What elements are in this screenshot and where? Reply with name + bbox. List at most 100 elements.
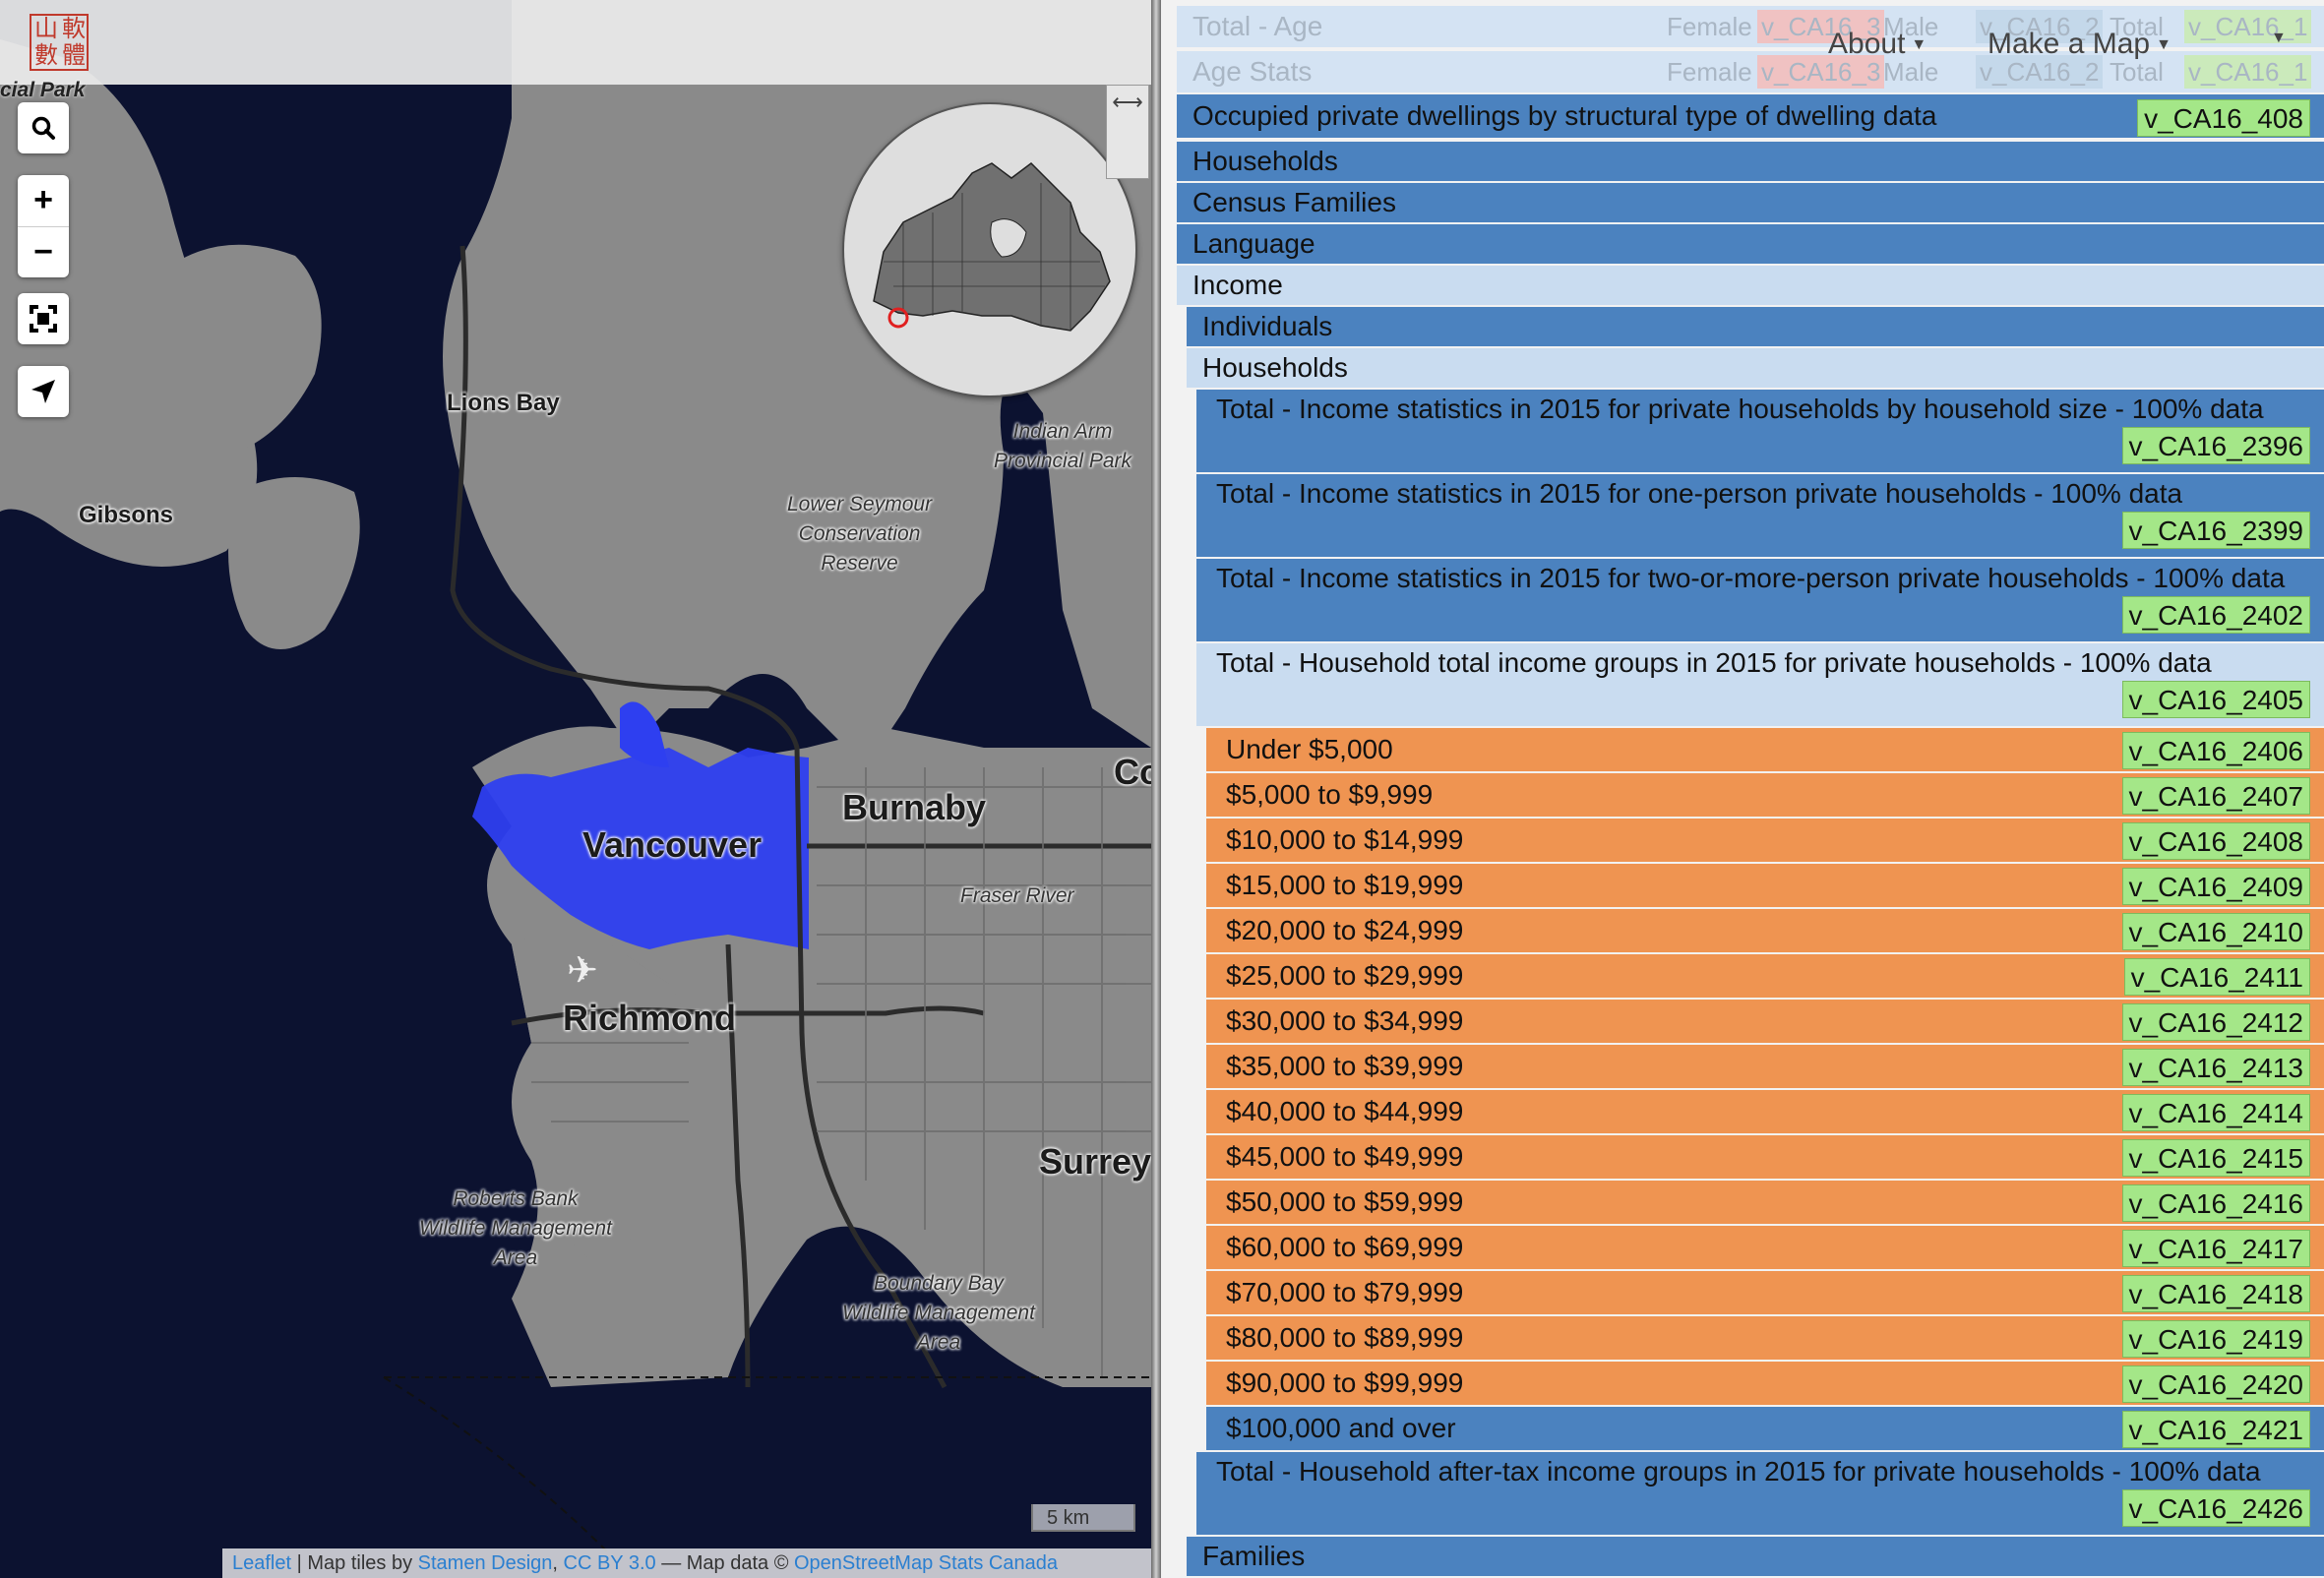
- map-label-richmond: Richmond: [563, 998, 736, 1038]
- variable-code[interactable]: v_CA16_2405: [2121, 681, 2310, 718]
- statcan-link[interactable]: Stats Canada: [939, 1552, 1058, 1574]
- map-scale: 5 km: [1031, 1504, 1135, 1532]
- cc-link[interactable]: CC BY 3.0: [564, 1552, 656, 1574]
- row-label: $45,000 to $49,999: [1226, 1141, 1464, 1172]
- map-label-boundary-bay: Boundary Bay Wildlife Management Area: [842, 1272, 1035, 1354]
- variable-code[interactable]: v_CA16_2402: [2121, 596, 2310, 634]
- list-item-income-group[interactable]: $50,000 to $59,999 v_CA16_2416: [1206, 1181, 2324, 1226]
- row-label: $80,000 to $89,999: [1226, 1322, 1464, 1353]
- list-item-income-group[interactable]: $35,000 to $39,999 v_CA16_2413: [1206, 1045, 2324, 1090]
- variable-code[interactable]: v_CA16_2409: [2121, 868, 2310, 905]
- avatar-caret-icon[interactable]: ▼: [2271, 30, 2287, 47]
- list-item-income-group[interactable]: $100,000 and over v_CA16_2421: [1206, 1407, 2324, 1452]
- variable-code[interactable]: v_CA16_2421: [2121, 1411, 2310, 1448]
- site-logo[interactable]: 山軟數體: [30, 14, 89, 71]
- list-item-income-stats-one-person[interactable]: Total - Income statistics in 2015 for on…: [1196, 474, 2324, 559]
- list-item-income-stats-household-size[interactable]: Total - Income statistics in 2015 for pr…: [1196, 390, 2324, 474]
- list-item-household-after-tax-income-groups[interactable]: Total - Household after-tax income group…: [1196, 1452, 2324, 1537]
- list-item-occupied-dwellings[interactable]: Occupied private dwellings by structural…: [1177, 94, 2324, 140]
- variable-code[interactable]: v_CA16_2406: [2121, 732, 2310, 769]
- list-item-income-group[interactable]: $90,000 to $99,999 v_CA16_2420: [1206, 1362, 2324, 1407]
- leaflet-link[interactable]: Leaflet: [232, 1552, 291, 1574]
- row-label: $25,000 to $29,999: [1226, 960, 1464, 991]
- map-search-button[interactable]: [18, 102, 69, 153]
- nav-about[interactable]: About ▼: [1828, 28, 1926, 61]
- locate-button[interactable]: [18, 366, 69, 417]
- caret-down-icon: ▼: [2156, 36, 2171, 54]
- map-label-burnaby: Burnaby: [842, 787, 987, 827]
- fullscreen-icon: [30, 305, 57, 333]
- zoom-in-button[interactable]: +: [18, 175, 69, 227]
- stamen-link[interactable]: Stamen Design: [418, 1552, 553, 1574]
- list-item-income-group[interactable]: $25,000 to $29,999 v_CA16_2411: [1206, 954, 2324, 1000]
- resize-arrows-icon: ⟷: [1112, 90, 1143, 114]
- map-view[interactable]: Lions Bay Gibsons Indian Arm Provincial …: [0, 0, 1151, 1578]
- variable-code[interactable]: v_CA16_2415: [2121, 1139, 2310, 1177]
- row-label: $40,000 to $44,999: [1226, 1096, 1464, 1126]
- section-households[interactable]: Households: [1177, 142, 2324, 183]
- list-item-income-group[interactable]: $15,000 to $19,999 v_CA16_2409: [1206, 864, 2324, 909]
- faded-female-label: Female: [1667, 12, 1752, 41]
- variable-code[interactable]: v_CA16_2417: [2121, 1230, 2310, 1267]
- section-language[interactable]: Language: [1177, 224, 2324, 266]
- variable-code[interactable]: v_CA16_2414: [2121, 1094, 2310, 1131]
- variable-code[interactable]: v_CA16_2396: [2121, 427, 2310, 464]
- variable-code[interactable]: v_CA16_2418: [2121, 1275, 2310, 1312]
- variable-code[interactable]: v_CA16_2399: [2121, 512, 2310, 549]
- list-item-income-group[interactable]: $45,000 to $49,999 v_CA16_2415: [1206, 1135, 2324, 1181]
- variable-code[interactable]: v_CA16_408: [2137, 99, 2310, 137]
- row-label: Households: [1193, 146, 1338, 176]
- zoom-out-button[interactable]: −: [18, 227, 69, 278]
- list-item-income-group[interactable]: $20,000 to $24,999 v_CA16_2410: [1206, 909, 2324, 954]
- row-label: $30,000 to $34,999: [1226, 1005, 1464, 1036]
- subsection-families[interactable]: Families: [1187, 1537, 2324, 1578]
- section-census-families[interactable]: Census Families: [1177, 183, 2324, 224]
- row-label: $20,000 to $24,999: [1226, 915, 1464, 945]
- list-item-income-group[interactable]: $40,000 to $44,999 v_CA16_2414: [1206, 1090, 2324, 1135]
- list-item-income-group[interactable]: Under $5,000 v_CA16_2406: [1206, 728, 2324, 773]
- row-label: Language: [1193, 228, 1315, 259]
- variable-code[interactable]: v_CA16_2412: [2121, 1003, 2310, 1041]
- variable-code[interactable]: v_CA16_2419: [2121, 1320, 2310, 1358]
- minimap-toggle-button[interactable]: ⟷: [1106, 85, 1149, 179]
- variable-code[interactable]: v_CA16_2411: [2123, 958, 2310, 996]
- variable-code[interactable]: v_CA16_2413: [2121, 1049, 2310, 1086]
- fullscreen-button[interactable]: [18, 293, 69, 344]
- row-label: Under $5,000: [1226, 734, 1393, 764]
- overview-minimap[interactable]: [842, 102, 1137, 397]
- map-label-lower-seymour: Lower Seymour Conservation Reserve: [787, 493, 933, 575]
- faded-total-code: v_CA16_1: [2184, 55, 2312, 89]
- subsection-individuals[interactable]: Individuals: [1187, 307, 2324, 348]
- list-item-income-group[interactable]: $70,000 to $79,999 v_CA16_2418: [1206, 1271, 2324, 1316]
- variable-code[interactable]: v_CA16_2410: [2121, 913, 2310, 950]
- variable-code[interactable]: v_CA16_2407: [2121, 777, 2310, 815]
- faded-total-code: v_CA16_1: [2184, 10, 2312, 43]
- osm-link[interactable]: OpenStreetMap: [794, 1552, 933, 1574]
- variable-code[interactable]: v_CA16_2416: [2121, 1184, 2310, 1222]
- list-item-income-group[interactable]: $30,000 to $34,999 v_CA16_2412: [1206, 1000, 2324, 1045]
- nav-make-a-map[interactable]: Make a Map ▼: [1988, 28, 2171, 61]
- variable-code[interactable]: v_CA16_2420: [2121, 1366, 2310, 1403]
- list-item-income-group[interactable]: $5,000 to $9,999 v_CA16_2407: [1206, 773, 2324, 819]
- list-item-income-stats-two-or-more[interactable]: Total - Income statistics in 2015 for tw…: [1196, 559, 2324, 643]
- panel-resize-handle[interactable]: [1151, 0, 1161, 1578]
- row-label: $90,000 to $99,999: [1226, 1367, 1464, 1398]
- list-item-income-group[interactable]: $60,000 to $69,999 v_CA16_2417: [1206, 1226, 2324, 1271]
- map-attribution: Leaflet | Map tiles by Stamen Design, CC…: [222, 1548, 1151, 1578]
- row-label: $70,000 to $79,999: [1226, 1277, 1464, 1307]
- top-bar: 山軟數體: [0, 0, 1159, 85]
- row-label: Total - Household after-tax income group…: [1216, 1456, 2261, 1487]
- map-label-roberts-bank: Roberts Bank Wildlife Management Area: [419, 1187, 612, 1269]
- variable-code[interactable]: v_CA16_2408: [2121, 822, 2310, 860]
- variable-code[interactable]: v_CA16_2426: [2121, 1489, 2310, 1527]
- map-label-indian-arm: Indian Arm Provincial Park: [994, 420, 1132, 472]
- subsection-households[interactable]: Households: [1187, 348, 2324, 390]
- list-item-household-total-income-groups[interactable]: Total - Household total income groups in…: [1196, 643, 2324, 728]
- row-label: Age Stats: [1193, 56, 1313, 87]
- list-item-income-group[interactable]: $80,000 to $89,999 v_CA16_2419: [1206, 1316, 2324, 1362]
- list-item-income-group[interactable]: $10,000 to $14,999 v_CA16_2408: [1206, 819, 2324, 864]
- row-label: Income: [1193, 270, 1283, 300]
- row-label: Census Families: [1193, 187, 1396, 217]
- section-income[interactable]: Income: [1177, 266, 2324, 307]
- attribution-text: | Map tiles by: [291, 1552, 418, 1574]
